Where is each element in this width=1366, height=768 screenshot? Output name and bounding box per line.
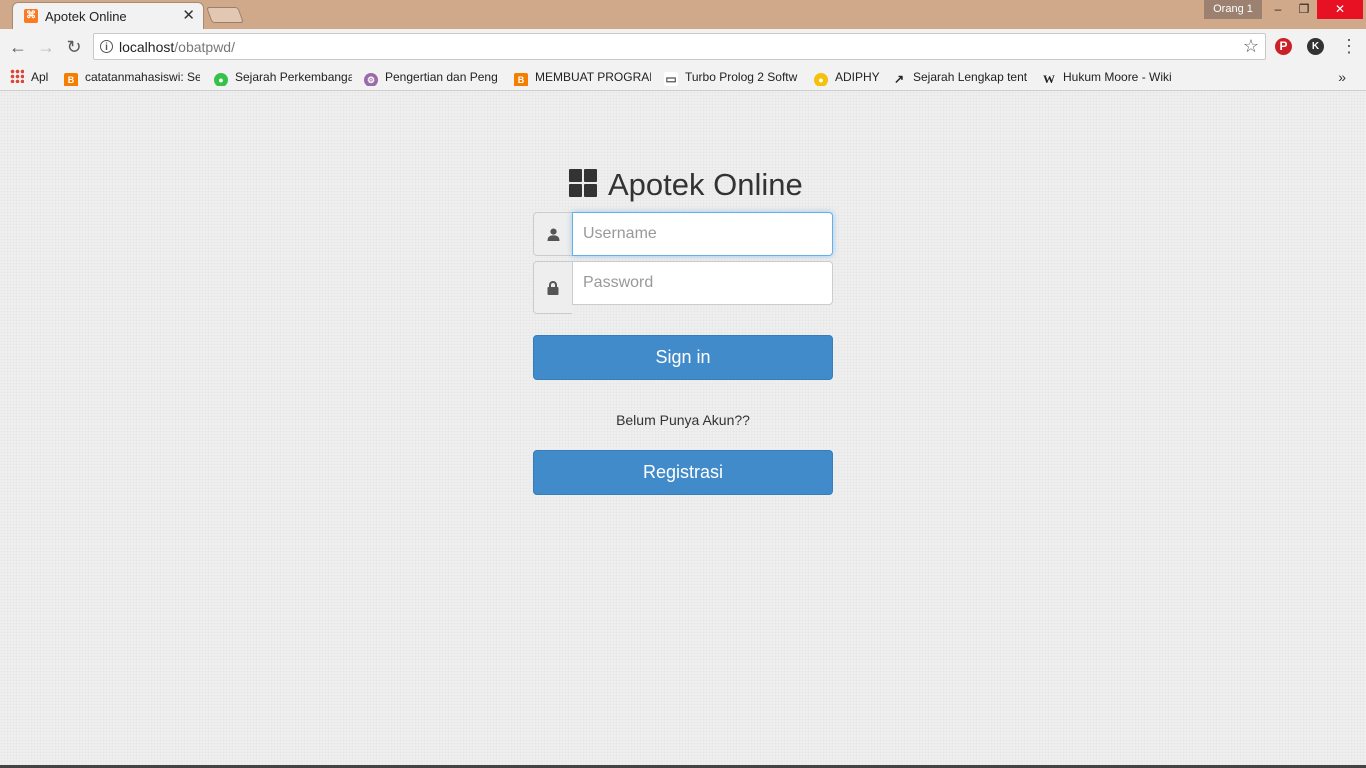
restore-icon[interactable]: ❐ — [1291, 0, 1317, 19]
username-group — [533, 212, 833, 256]
bookmark-item[interactable]: ▭ Turbo Prolog 2 Softw — [664, 69, 802, 86]
info-icon[interactable]: i — [100, 40, 113, 53]
bookmark-item[interactable]: B MEMBUAT PROGRAM — [514, 69, 651, 86]
bookmark-item[interactable]: ↗ Sejarah Lengkap tent — [892, 69, 1030, 86]
profile-chip[interactable]: Orang 1 — [1204, 0, 1262, 19]
tab-close-icon[interactable]: ✕ — [182, 7, 195, 25]
window-close-icon[interactable]: ✕ — [1317, 0, 1363, 19]
password-input[interactable] — [572, 261, 833, 305]
blogger-icon: B — [64, 73, 78, 86]
lock-icon — [533, 261, 572, 314]
tab-title: Apotek Online — [45, 9, 127, 24]
bookmark-item[interactable]: ● ADIPHY — [814, 69, 884, 86]
k-extension-icon[interactable]: K — [1307, 38, 1324, 55]
dashboard-grid-icon — [569, 169, 597, 197]
bookmarks-bar: Apl Bcatatanmahasiswi: Se ● Sejarah Perke… — [0, 65, 1366, 91]
bird-icon: ↗ — [893, 72, 905, 86]
register-prompt: Belum Punya Akun?? — [616, 412, 750, 428]
browser-menu-icon[interactable]: ⋮ — [1340, 35, 1358, 57]
page-content: Apotek Online Sign in Belum Punya Akun??… — [0, 91, 1366, 768]
register-button[interactable]: Registrasi — [533, 450, 833, 495]
page-title: Apotek Online — [608, 167, 803, 202]
pinterest-extension-icon[interactable]: P — [1275, 38, 1292, 55]
username-input[interactable] — [572, 212, 833, 256]
user-icon — [533, 212, 572, 256]
bookmark-item[interactable]: ⚙ Pengertian dan Peng — [364, 69, 502, 86]
reload-icon[interactable]: ↻ — [63, 36, 85, 58]
url-text[interactable]: localhost/obatpwd/ — [119, 39, 235, 55]
forward-arrow-icon[interactable]: → — [35, 36, 57, 58]
more-bookmarks-chevron-icon[interactable]: » — [1338, 69, 1346, 85]
bookmark-item[interactable]: W Hukum Moore - Wiki — [1042, 69, 1180, 86]
green-globe-icon: ● — [214, 73, 228, 86]
signin-button[interactable]: Sign in — [533, 335, 833, 380]
browser-toolbar: ← → ↻ i localhost/obatpwd/ ☆ P K ⋮ — [0, 29, 1366, 65]
browser-tab[interactable]: ⌘ Apotek Online ✕ — [12, 2, 204, 29]
bookmark-star-icon[interactable]: ☆ — [1243, 36, 1259, 57]
gear-site-icon: ⚙ — [364, 73, 378, 86]
window-titlebar: ⌘ Apotek Online ✕ Orang 1 – ❐ ✕ — [0, 0, 1366, 29]
bookmark-apps[interactable]: Apl — [10, 69, 55, 86]
minimize-icon[interactable]: – — [1265, 0, 1291, 19]
password-group — [533, 261, 833, 314]
apps-grid-icon — [10, 69, 24, 83]
blogger-icon: B — [514, 73, 528, 86]
monitor-icon: ▭ — [664, 72, 678, 86]
bookmark-item[interactable]: ● Sejarah Perkembanga — [214, 69, 352, 86]
xampp-favicon-icon: ⌘ — [24, 9, 38, 23]
back-arrow-icon[interactable]: ← — [7, 36, 29, 58]
bookmark-item[interactable]: Bcatatanmahasiswi: Se — [64, 69, 200, 86]
new-tab-button[interactable] — [206, 7, 244, 23]
yellow-circle-icon: ● — [814, 73, 828, 86]
address-bar[interactable]: i localhost/obatpwd/ ☆ — [93, 33, 1266, 60]
wikipedia-icon: W — [1043, 72, 1055, 86]
